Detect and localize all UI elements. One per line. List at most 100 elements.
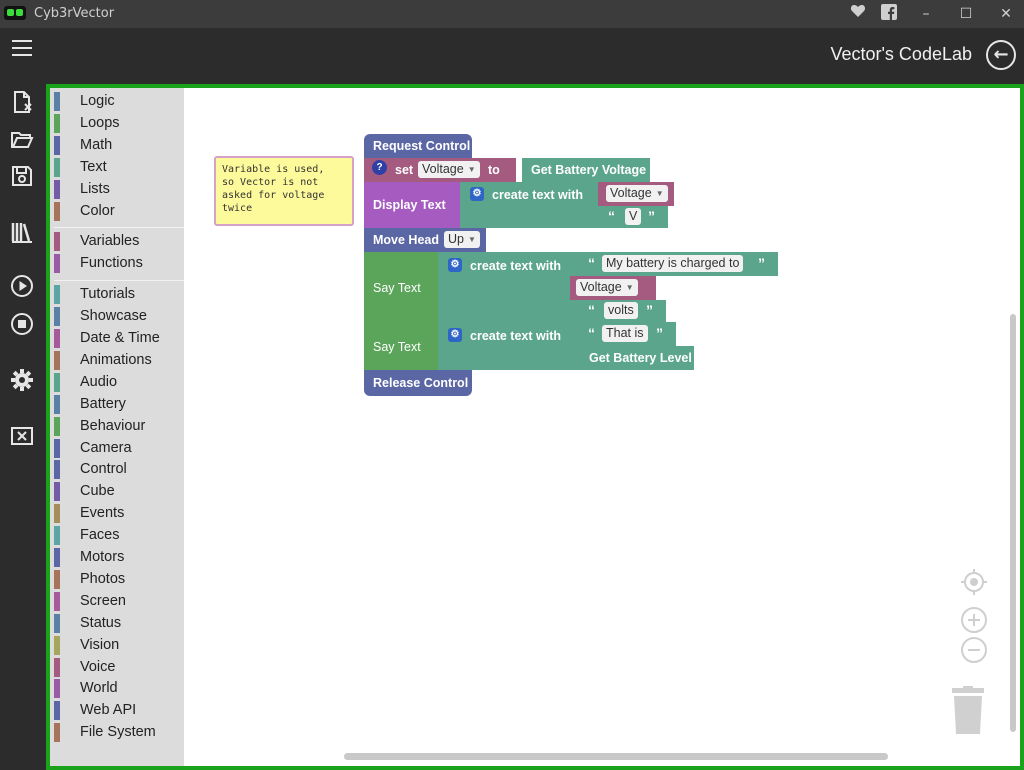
toolbox-category[interactable]: Events [54,504,184,524]
release-control-block[interactable]: Release Control [364,370,472,396]
zoom-in-icon[interactable] [960,606,988,638]
vertical-scrollbar[interactable] [1010,314,1016,732]
open-folder-icon[interactable] [10,128,34,152]
toolbox-category[interactable]: Audio [54,372,184,392]
stop-icon[interactable] [10,312,34,336]
category-color-swatch [54,307,60,327]
gear-icon[interactable] [10,368,34,392]
voltage-get-block-1[interactable]: Voltage ▼ [598,182,674,206]
window-title: Cyb3rVector [34,6,115,21]
toolbox-category[interactable]: File System [54,723,184,743]
facebook-icon[interactable] [879,4,899,24]
library-icon[interactable] [10,220,34,244]
toolbox-category[interactable]: Loops [54,113,184,133]
text-volts-block[interactable]: “ volts ” [580,300,666,322]
toolbox-category[interactable]: Photos [54,569,184,589]
toolbox-category[interactable]: Battery [54,394,184,414]
move-head-block[interactable]: Move Head Up ▼ [364,228,486,252]
hamburger-menu-icon[interactable] [12,40,32,56]
toolbox-category[interactable]: Screen [54,591,184,611]
toolbox-category[interactable]: Motors [54,548,184,567]
voltage-variable-dropdown[interactable]: Voltage ▼ [418,161,480,178]
get-battery-level-block[interactable]: Get Battery Level [580,346,694,370]
toolbox-category[interactable]: Animations [54,350,184,370]
maximize-button[interactable]: ☐ [956,4,976,24]
voltage-variable-dropdown-3[interactable]: Voltage ▼ [576,279,638,296]
text-v-field[interactable]: V [625,208,642,225]
head-direction-dropdown[interactable]: Up ▼ [444,231,480,248]
toolbox-category[interactable]: Status [54,613,184,633]
to-label: to [488,163,500,177]
toolbox-category[interactable]: Logic [54,92,184,111]
heart-icon[interactable] [848,4,868,24]
back-arrow-icon[interactable]: ← [986,40,1016,70]
text-volts-field[interactable]: volts [604,302,638,319]
zoom-out-icon[interactable] [960,636,988,668]
toolbox-category[interactable]: Tutorials [54,285,184,305]
display-text-block[interactable]: Display Text [364,182,460,228]
category-label: Date & Time [80,330,160,346]
toolbox-category[interactable]: Behaviour [54,416,184,436]
exit-icon[interactable] [10,424,34,448]
app-header: Vector's CodeLab ← [0,28,1024,84]
toolbox-category[interactable]: Variables [54,232,184,252]
say-text-label-2: Say Text [373,340,421,354]
create-text-block-2[interactable]: ⚙ create text with [438,252,580,322]
set-variable-block[interactable]: ? set Voltage ▼ to [364,158,516,182]
category-color-swatch [54,460,60,480]
category-label: Voice [80,658,116,675]
toolbox-category[interactable]: Date & Time [54,329,184,348]
mutator-gear-icon[interactable]: ⚙ [470,187,484,201]
minimize-button[interactable]: – [916,4,936,24]
voltage-get-block-2[interactable]: Voltage ▼ [570,276,656,300]
recenter-icon[interactable] [960,568,988,600]
category-color-swatch [54,613,60,633]
play-icon[interactable] [10,274,34,298]
category-color-swatch [54,329,60,348]
say-text-block-2[interactable]: Say Text [364,322,438,370]
say-text-block-1[interactable]: Say Text [364,252,438,322]
toolbox-category[interactable]: Web API [54,701,184,721]
get-battery-voltage-block[interactable]: Get Battery Voltage [522,158,650,182]
category-color-swatch [54,548,60,567]
help-icon[interactable]: ? [372,160,387,175]
mutator-gear-icon-3[interactable]: ⚙ [448,328,462,342]
vector-logo-icon [4,6,26,20]
text-v-block[interactable]: “ V ” [598,206,668,228]
block-comment[interactable]: Variable is used, so Vector is not asked… [214,156,354,226]
category-color-swatch [54,679,60,699]
category-label: Logic [80,93,115,109]
toolbox-category[interactable]: Math [54,135,184,155]
category-label: File System [80,724,156,741]
create-text-block-1[interactable]: ⚙ create text with [460,182,598,228]
text-that-is-field[interactable]: That is [602,325,648,342]
toolbox-category[interactable]: Cube [54,482,184,502]
voltage-variable-dropdown-2[interactable]: Voltage ▼ [606,185,668,202]
mutator-gear-icon-2[interactable]: ⚙ [448,258,462,272]
toolbox-category[interactable]: Faces [54,526,184,546]
toolbox-category[interactable]: Voice [54,657,184,677]
text-my-battery-block[interactable]: “ My battery is charged to ” [580,252,778,276]
create-text-block-3[interactable]: ⚙ create text with [438,322,580,370]
toolbox-category[interactable]: Camera [54,438,184,458]
text-that-is-block[interactable]: “ That is ” [580,322,676,346]
text-my-battery-field[interactable]: My battery is charged to [602,255,744,272]
save-icon[interactable] [10,164,34,188]
toolbox-category[interactable]: Control [54,460,184,480]
close-button[interactable]: ✕ [996,4,1016,24]
toolbox-category[interactable]: Functions [54,254,184,274]
new-file-icon[interactable] [10,90,34,114]
toolbox-category[interactable]: Color [54,201,184,221]
category-color-swatch [54,92,60,111]
category-color-swatch [54,113,60,133]
category-color-swatch [54,657,60,677]
toolbox-category[interactable]: Lists [54,179,184,199]
toolbox-category[interactable]: World [54,679,184,699]
block-canvas[interactable]: Variable is used, so Vector is not asked… [184,88,1020,766]
toolbox-category[interactable]: Showcase [54,307,184,327]
request-control-block[interactable]: Request Control [364,134,472,158]
toolbox-category[interactable]: Vision [54,635,184,655]
horizontal-scrollbar[interactable] [344,753,888,760]
toolbox-category[interactable]: Text [54,157,184,177]
trash-icon[interactable] [948,686,988,740]
